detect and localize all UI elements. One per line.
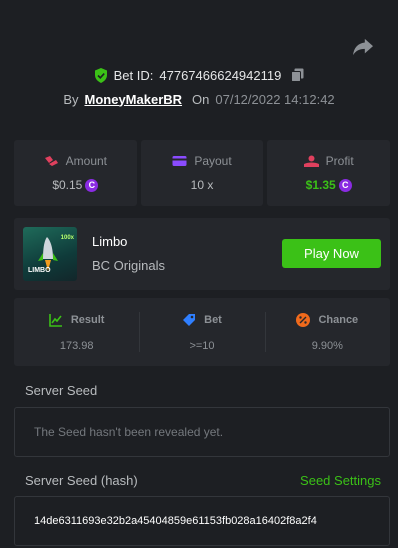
bet-author-row: By MoneyMakerBR On 07/12/2022 14:12:42	[0, 90, 398, 108]
chance-value: 9.90%	[311, 339, 343, 352]
bet-value: >=10	[189, 339, 215, 352]
game-title: Limbo	[92, 234, 128, 249]
bet-stats: Amount $0.15 C Payout 10 x Profit $1.35 …	[14, 140, 391, 206]
play-now-button[interactable]: Play Now	[282, 239, 381, 268]
percent-icon	[296, 312, 311, 327]
game-card: 100x LIMBO Limbo BC Originals Play Now	[14, 218, 390, 290]
username-link[interactable]: MoneyMakerBR	[85, 92, 183, 107]
amount-stat: Amount $0.15 C	[14, 140, 137, 206]
server-seed-hash-field[interactable]: 14de6311693e32b2a45404859e61153fb028a164…	[14, 496, 390, 546]
seed-settings-link[interactable]: Seed Settings	[300, 473, 381, 488]
server-seed-hash-label: Server Seed (hash)	[25, 473, 138, 488]
on-label: On	[192, 91, 210, 107]
server-seed-hash-value: 14de6311693e32b2a45404859e61153fb028a164…	[34, 515, 317, 527]
server-seed-value: The Seed hasn't been revealed yet.	[34, 425, 224, 439]
thumbnail-tag: LIMBO	[28, 267, 51, 274]
by-label: By	[63, 91, 79, 107]
profit-value: $1.35	[305, 178, 336, 192]
server-seed-label: Server Seed	[25, 383, 98, 398]
bet-id-label: Bet ID:	[113, 67, 154, 83]
thumbnail-multiplier: 100x	[60, 235, 74, 241]
game-thumbnail[interactable]: 100x LIMBO	[23, 227, 77, 281]
result-column: Result 173.98	[14, 298, 139, 366]
profit-icon	[303, 155, 319, 167]
copy-icon[interactable]	[291, 68, 304, 82]
bet-label: Bet	[204, 313, 222, 326]
amount-value: $0.15	[52, 178, 83, 192]
payout-icon	[172, 155, 187, 167]
tag-icon	[182, 313, 196, 327]
payout-value: 10 x	[190, 178, 214, 192]
amount-label: Amount	[65, 154, 108, 168]
bet-column: Bet >=10	[139, 298, 264, 366]
verified-shield-icon	[94, 67, 108, 83]
bet-id-row: Bet ID: 47767466624942119	[0, 66, 398, 84]
result-panel: Result 173.98 Bet >=10 Chance 9.90%	[14, 298, 390, 366]
game-subtitle: BC Originals	[92, 258, 165, 273]
share-icon[interactable]	[352, 37, 374, 57]
coin-icon: C	[85, 178, 99, 192]
result-value: 173.98	[59, 339, 94, 352]
coin-icon: C	[338, 178, 352, 192]
amount-icon	[44, 155, 59, 167]
profit-stat: Profit $1.35 C	[267, 140, 391, 206]
payout-label: Payout	[194, 154, 232, 168]
chart-icon	[49, 313, 63, 327]
chance-label: Chance	[318, 313, 359, 326]
bet-date: 07/12/2022 14:12:42	[215, 91, 335, 107]
bet-id-value: 47767466624942119	[159, 67, 282, 83]
payout-stat: Payout 10 x	[140, 140, 264, 206]
result-label: Result	[70, 313, 105, 326]
profit-label: Profit	[325, 154, 354, 168]
chance-column: Chance 9.90%	[264, 298, 390, 366]
server-seed-field: The Seed hasn't been revealed yet.	[14, 407, 390, 457]
